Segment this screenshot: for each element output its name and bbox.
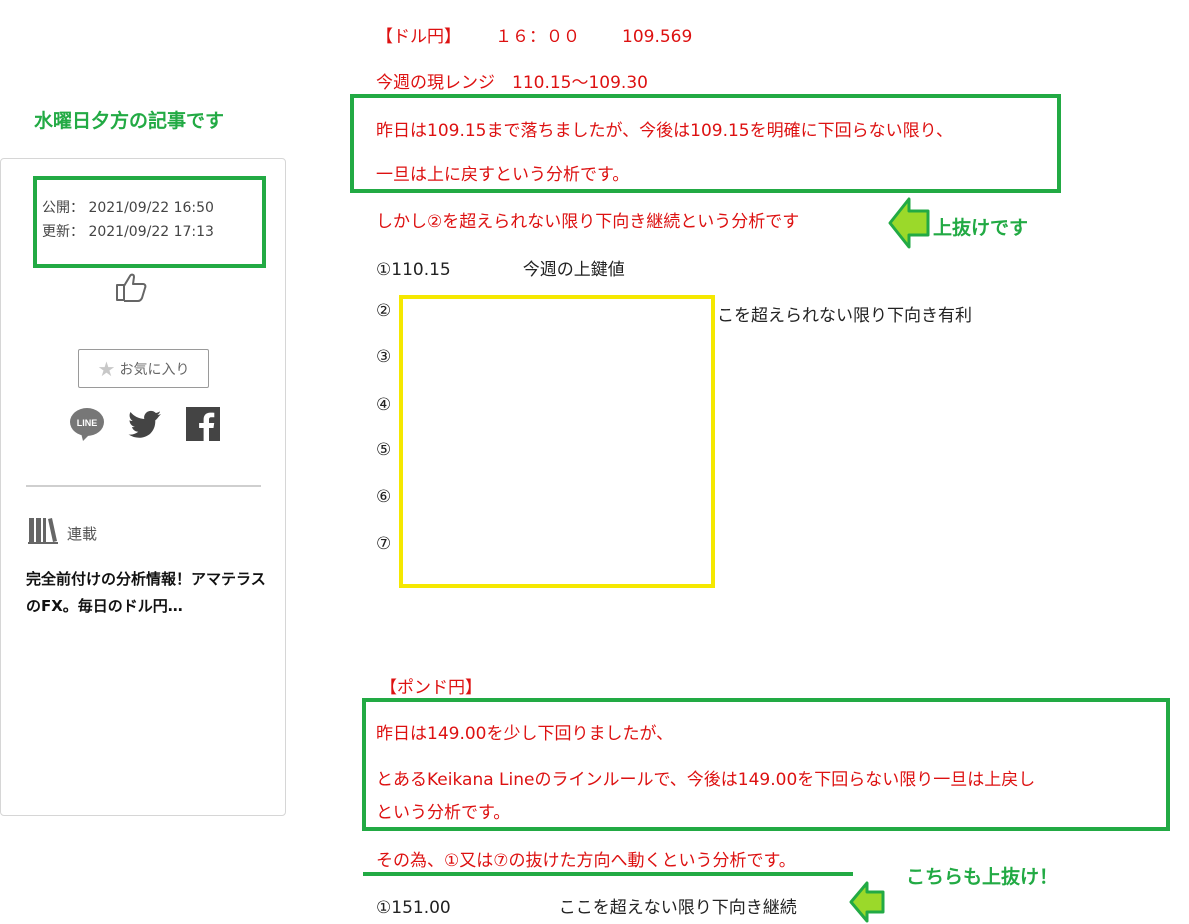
usdjpy-continuation: しかし②を超えられない限り下向き継続という分析です: [376, 212, 800, 232]
usdjpy-header-line: 【ドル円】 １６：００ 109.569: [376, 22, 692, 47]
level-mark: ③: [376, 347, 392, 367]
gbpjpy-direction: その為、①又は⑦の抜けた方向へ動くという分析です。: [376, 851, 796, 871]
usdjpy-time: １６：００: [495, 27, 580, 47]
level-note: ここを超えない限り下向き継続: [558, 898, 797, 918]
level-mark: ②: [376, 301, 392, 321]
level-mark: ④: [376, 395, 392, 415]
usdjpy-price: 109.569: [622, 27, 693, 47]
level-mark: ⑤: [376, 440, 392, 460]
green-underline: [363, 872, 853, 876]
published-value: 2021/09/22 16:50: [88, 200, 214, 216]
facebook-icon[interactable]: [185, 406, 221, 442]
favorite-label: お気に入り: [119, 361, 190, 378]
updated-label: 更新：: [42, 224, 84, 240]
level-note: こを超えられない限り下向き有利: [717, 306, 972, 326]
twitter-icon[interactable]: [127, 406, 163, 442]
books-icon: [28, 518, 58, 544]
usdjpy-analysis-line-1: 昨日は109.15まで落ちましたが、今後は109.15を明確に下回らない限り、: [376, 121, 953, 141]
green-arrow-left-icon: [849, 881, 885, 923]
published-label: 公開：: [42, 200, 84, 216]
level-row: ②: [376, 301, 391, 321]
usdjpy-header: 【ドル円】: [376, 27, 461, 47]
level-mark: ①: [376, 260, 392, 280]
level-mark: ①: [376, 898, 392, 918]
usdjpy-analysis-line-2: 一旦は上に戻すという分析です。: [376, 165, 630, 185]
green-arrow-left-icon: [888, 197, 930, 249]
gbpjpy-analysis-line-3: という分析です。: [376, 803, 511, 823]
updated-value: 2021/09/22 17:13: [88, 224, 214, 240]
hidden-values-box: [399, 295, 715, 588]
level-row: ①151.00 ここを超えない限り下向き継続: [376, 893, 797, 918]
level-value: 151.00: [391, 898, 451, 918]
level-note: 今週の上鍵値: [522, 260, 625, 280]
level-mark: ⑥: [376, 487, 392, 507]
level-mark: ⑦: [376, 534, 392, 554]
line-icon-text: LINE: [77, 418, 98, 428]
series-title-link[interactable]: 完全前付けの分析情報！アマテラスのFX。毎日のドル円…: [26, 566, 266, 620]
level-row: ①110.15 今週の上鍵値: [376, 255, 625, 280]
updated-date: 更新： 2021/09/22 17:13: [42, 221, 214, 241]
star-icon: ★: [97, 356, 116, 381]
usdjpy-range: 今週の現レンジ 110.15～109.30: [376, 73, 648, 93]
gbpjpy-analysis-line-1: 昨日は149.00を少し下回りましたが、: [376, 724, 674, 744]
gbpjpy-analysis-line-2: とあるKeikana Lineのラインルールで、今後は149.00を下回らない限…: [376, 770, 1036, 790]
breakout-annotation: こちらも上抜け！: [906, 866, 1059, 888]
level-value: 110.15: [391, 260, 451, 280]
sidebar-divider: [26, 485, 261, 487]
annotation-heading: 水曜日夕方の記事です: [34, 110, 225, 132]
thumbs-up-icon[interactable]: [114, 271, 148, 303]
gbpjpy-header: 【ポンド円】: [380, 678, 482, 698]
breakout-annotation: 上抜けです: [933, 217, 1029, 239]
series-label: 連載: [67, 525, 98, 543]
line-icon[interactable]: LINE: [69, 406, 105, 442]
favorite-button[interactable]: ★ お気に入り: [78, 349, 209, 388]
published-date: 公開： 2021/09/22 16:50: [42, 197, 214, 217]
